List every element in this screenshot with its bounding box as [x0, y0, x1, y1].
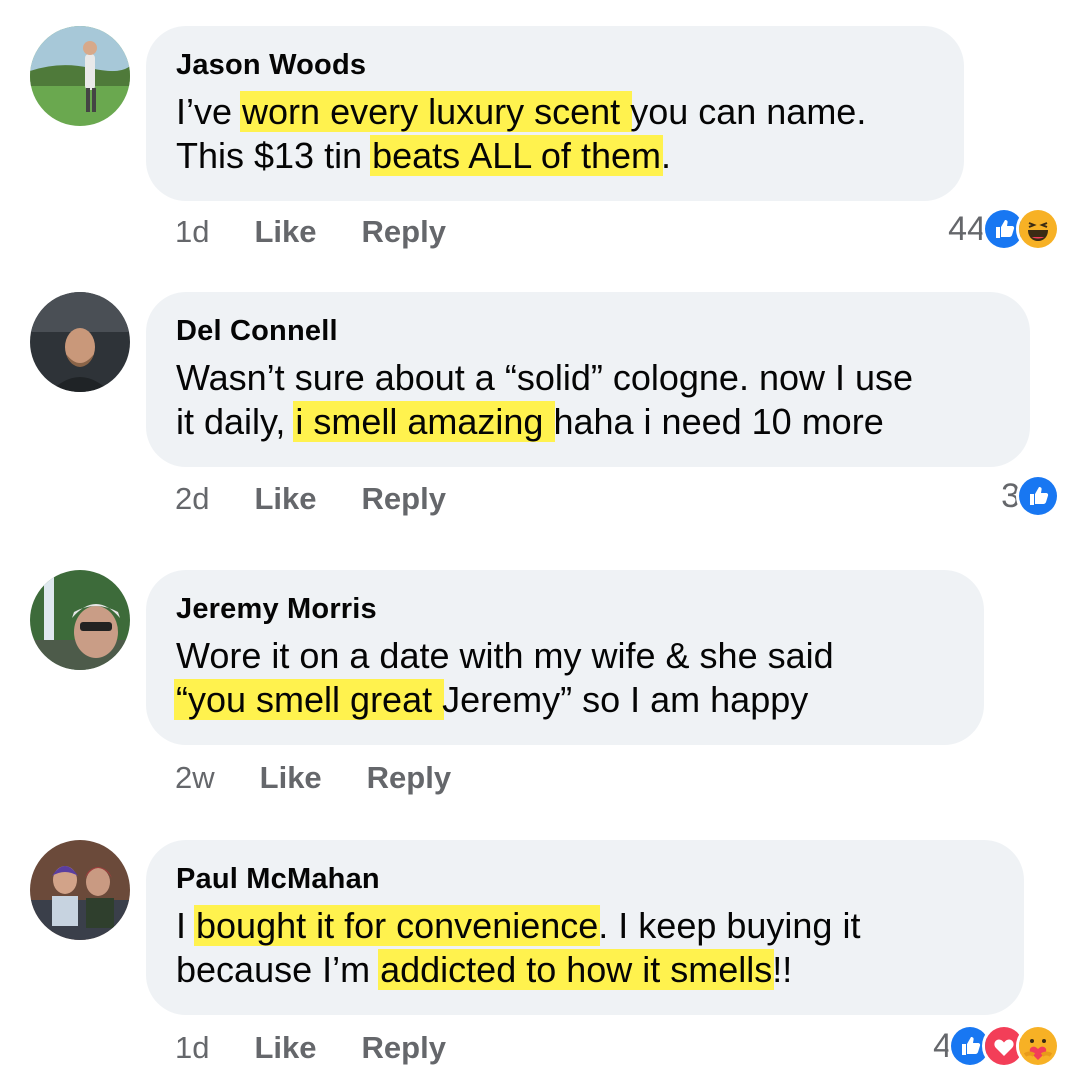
haha-icon	[1016, 207, 1060, 251]
comment-text: I bought it for convenience. I keep buyi…	[176, 904, 994, 992]
text-segment: because I’m	[176, 949, 381, 990]
reply-button[interactable]: Reply	[362, 1030, 446, 1066]
comment-line: “you smell great Jeremy” so I am happy	[174, 678, 954, 722]
commenter-name[interactable]: Del Connell	[176, 314, 1000, 348]
highlighted-text: i smell amazing	[293, 401, 556, 442]
timestamp[interactable]: 2d	[175, 481, 209, 517]
comment-line: I’ve worn every luxury scent you can nam…	[176, 90, 934, 134]
commenter-name[interactable]: Jason Woods	[176, 48, 934, 82]
text-segment: I’ve	[176, 91, 243, 132]
text-segment: !!	[772, 949, 793, 990]
comment-text: Wore it on a date with my wife & she sai…	[174, 634, 954, 722]
care-icon	[1016, 1024, 1060, 1068]
like-button[interactable]: Like	[260, 760, 322, 796]
comment-meta: 2w Like Reply	[175, 760, 451, 796]
avatar[interactable]	[30, 292, 130, 392]
comment-line: because I’m addicted to how it smells!!	[176, 948, 994, 992]
highlighted-text: worn every luxury scent	[240, 91, 633, 132]
reaction-summary[interactable]: 44	[948, 207, 1060, 251]
text-segment: Wore it on a date with my wife & she sai…	[176, 635, 834, 676]
comment-bubble: Paul McMahan I bought it for convenience…	[146, 840, 1024, 1015]
comment-line: Wasn’t sure about a “solid” cologne. now…	[176, 356, 1000, 400]
commenter-name[interactable]: Paul McMahan	[176, 862, 994, 896]
text-segment: Wasn’t sure about a “solid” cologne. now…	[176, 357, 914, 398]
timestamp[interactable]: 1d	[175, 214, 209, 250]
highlighted-text: bought it for convenience	[194, 905, 601, 946]
comment-text: I’ve worn every luxury scent you can nam…	[176, 90, 934, 178]
comment-meta: 1d Like Reply	[175, 1030, 446, 1066]
like-button[interactable]: Like	[254, 1030, 316, 1066]
like-button[interactable]: Like	[254, 214, 316, 250]
comment-line: I bought it for convenience. I keep buyi…	[176, 904, 994, 948]
comment-meta: 1d Like Reply	[175, 214, 446, 250]
text-segment: I	[176, 905, 197, 946]
text-segment: This $13 tin	[176, 135, 373, 176]
comment-meta: 2d Like Reply	[175, 481, 446, 517]
highlighted-text: “you smell great	[174, 679, 445, 720]
timestamp[interactable]: 2w	[175, 760, 215, 796]
reaction-summary[interactable]: 4	[933, 1024, 1060, 1068]
text-segment: you can name.	[630, 91, 867, 132]
avatar[interactable]	[30, 26, 130, 126]
comment-bubble: Jason Woods I’ve worn every luxury scent…	[146, 26, 964, 201]
reply-button[interactable]: Reply	[367, 760, 451, 796]
text-segment: Jeremy” so I am happy	[442, 679, 809, 720]
comment-line: it daily, i smell amazing haha i need 10…	[176, 400, 1000, 444]
commenter-name[interactable]: Jeremy Morris	[176, 592, 954, 626]
like-icon	[1016, 474, 1060, 518]
text-segment: .	[660, 135, 671, 176]
reply-button[interactable]: Reply	[362, 481, 446, 517]
like-button[interactable]: Like	[254, 481, 316, 517]
comment-line: Wore it on a date with my wife & she sai…	[176, 634, 954, 678]
text-segment: haha i need 10 more	[553, 401, 884, 442]
highlighted-text: beats ALL of them	[370, 135, 663, 176]
avatar[interactable]	[30, 840, 130, 940]
reaction-summary[interactable]: 3	[1001, 474, 1060, 518]
comment-bubble: Jeremy Morris Wore it on a date with my …	[146, 570, 984, 745]
reaction-count: 44	[948, 209, 986, 248]
text-segment: it daily,	[176, 401, 296, 442]
highlighted-text: addicted to how it smells	[378, 949, 775, 990]
text-segment: . I keep buying it	[598, 905, 861, 946]
comment-line: This $13 tin beats ALL of them.	[176, 134, 934, 178]
timestamp[interactable]: 1d	[175, 1030, 209, 1066]
reply-button[interactable]: Reply	[362, 214, 446, 250]
comment-text: Wasn’t sure about a “solid” cologne. now…	[176, 356, 1000, 444]
avatar[interactable]	[30, 570, 130, 670]
comment-bubble: Del Connell Wasn’t sure about a “solid” …	[146, 292, 1030, 467]
